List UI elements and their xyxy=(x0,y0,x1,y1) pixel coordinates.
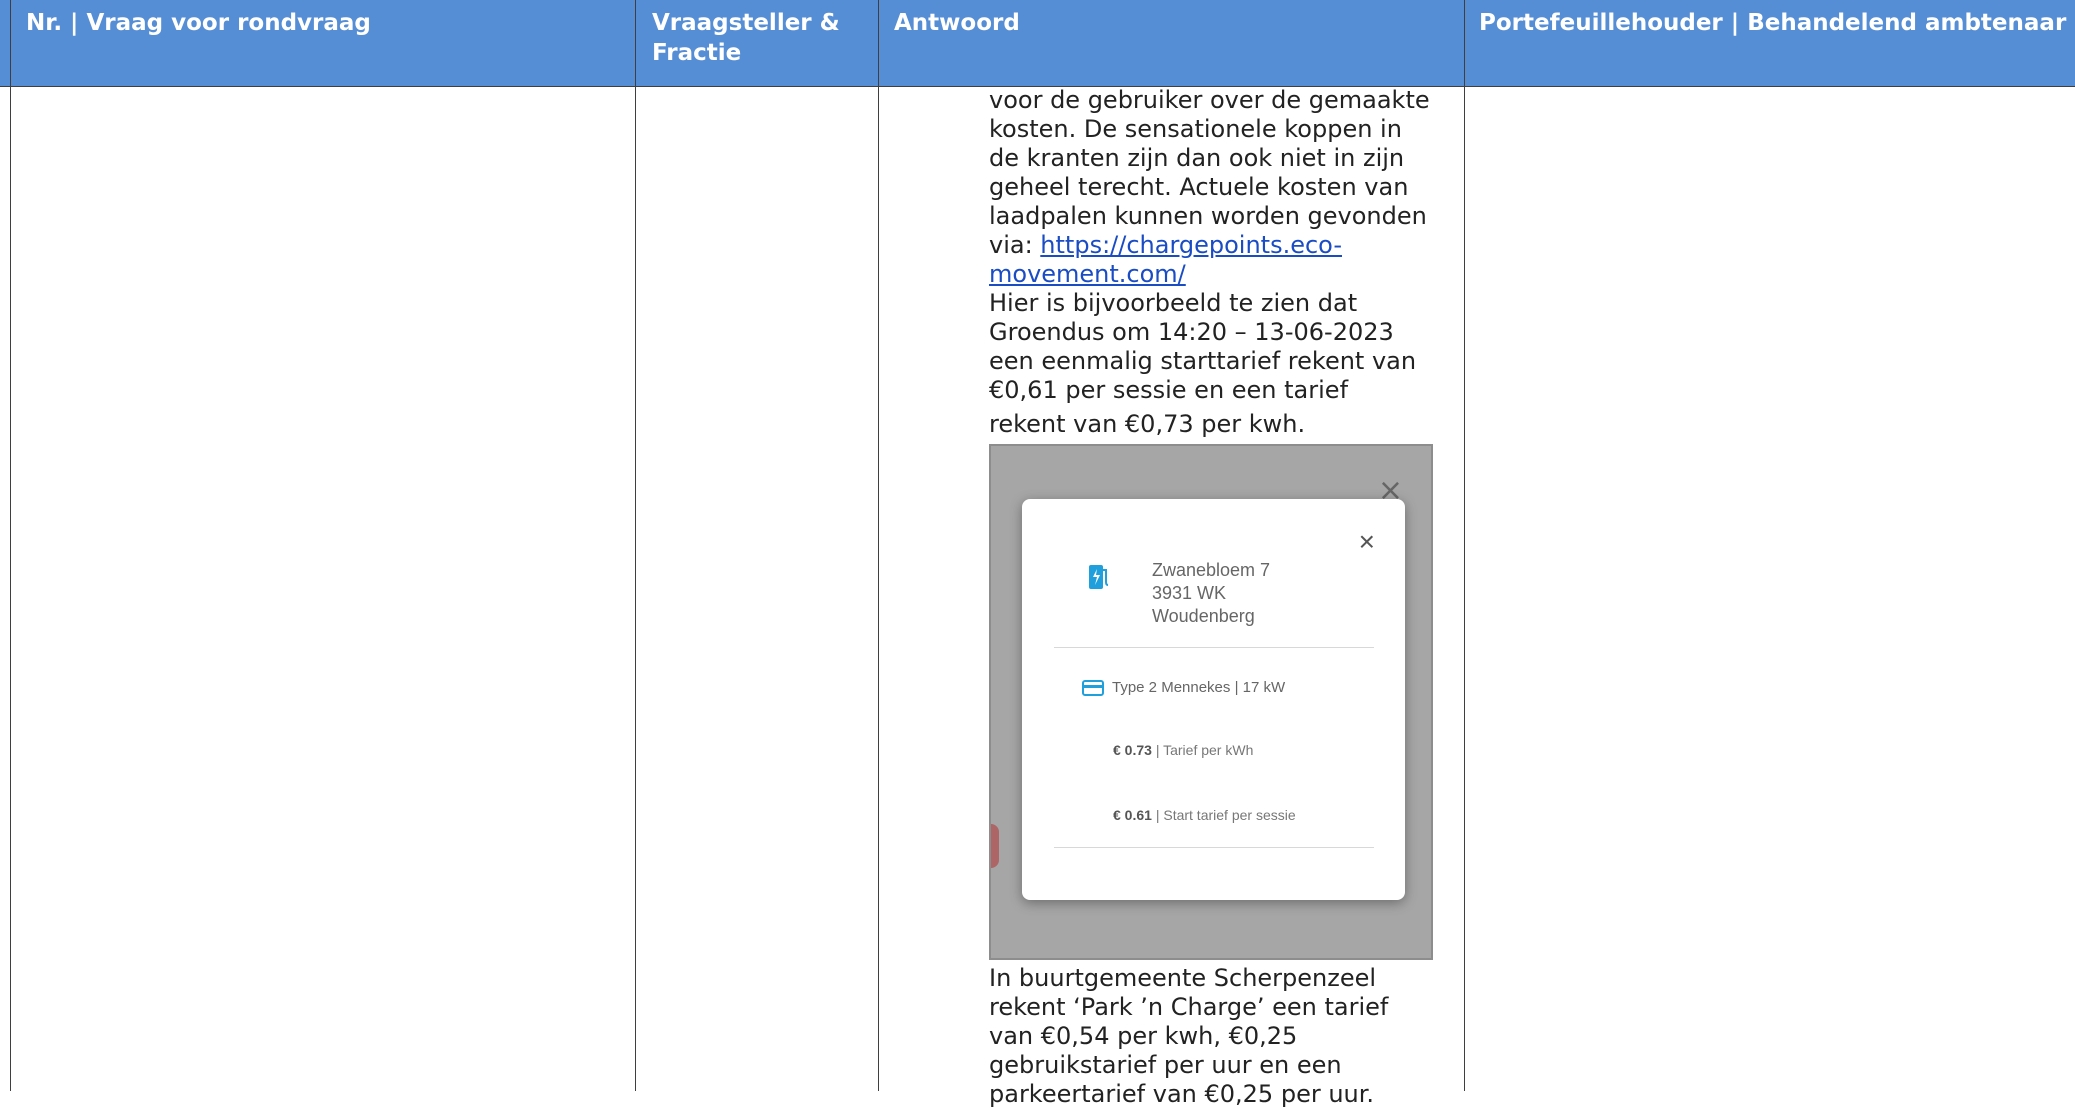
column-divider xyxy=(878,0,879,1091)
price-start: € 0.61 | Start tarief per sessie xyxy=(1113,801,1296,830)
address-line: Zwanebloem 7 xyxy=(1152,560,1271,580)
charging-station-icon xyxy=(1089,565,1109,589)
address-line: 3931 WK xyxy=(1152,583,1227,603)
answer-paragraph: voor de gebruiker over de gemaakte koste… xyxy=(989,86,1439,289)
answer-paragraph: In buurtgemeente Scherpenzeel rekent ‘Pa… xyxy=(989,964,1389,1108)
header-portefeuillehouder: Portefeuillehouder | Behandelend ambtena… xyxy=(1479,10,2067,36)
answer-cell: voor de gebruiker over de gemaakte koste… xyxy=(989,86,1439,1109)
close-icon: × xyxy=(1358,526,1375,557)
connector-info: Type 2 Mennekes | 17 kW xyxy=(1082,673,1285,702)
column-divider xyxy=(10,0,11,1091)
price-label: | Tarief per kWh xyxy=(1151,742,1254,758)
connector-text: Type 2 Mennekes | 17 kW xyxy=(1112,679,1286,696)
header-nr-vraag: Nr. | Vraag voor rondvraag xyxy=(26,10,371,36)
price-value: € 0.73 xyxy=(1113,742,1152,758)
chargepoints-link[interactable]: https://chargepoints.eco-movement.com/ xyxy=(989,231,1342,288)
chargepoint-card: × Zwanebloem 7 3931 WK Woudenberg Type 2… xyxy=(1022,499,1405,900)
answer-paragraph: rekent van €0,73 per kwh. xyxy=(989,410,1306,438)
price-label: | Start tarief per sessie xyxy=(1151,807,1296,823)
chargepoint-address: Zwanebloem 7 3931 WK Woudenberg xyxy=(1152,559,1270,628)
map-marker-fragment xyxy=(991,824,999,868)
table-header: Nr. | Vraag voor rondvraag Vraagsteller … xyxy=(0,0,2075,87)
header-vraagsteller: Vraagsteller & Fractie xyxy=(652,10,840,66)
price-kwh: € 0.73 | Tarief per kWh xyxy=(1113,736,1253,765)
column-divider xyxy=(1464,0,1465,1091)
price-value: € 0.61 xyxy=(1113,807,1152,823)
column-divider xyxy=(635,0,636,1091)
answer-table: Nr. | Vraag voor rondvraag Vraagsteller … xyxy=(0,0,2075,1108)
divider xyxy=(1054,647,1374,648)
divider xyxy=(1054,847,1374,848)
embedded-screenshot: × × Zwanebloem 7 3931 WK Woudenberg Type… xyxy=(989,444,1433,960)
answer-paragraph: Hier is bijvoorbeeld te zien dat Groendu… xyxy=(989,289,1417,404)
card-icon xyxy=(1082,679,1104,696)
address-line: Woudenberg xyxy=(1152,606,1255,626)
header-antwoord: Antwoord xyxy=(894,10,1020,36)
